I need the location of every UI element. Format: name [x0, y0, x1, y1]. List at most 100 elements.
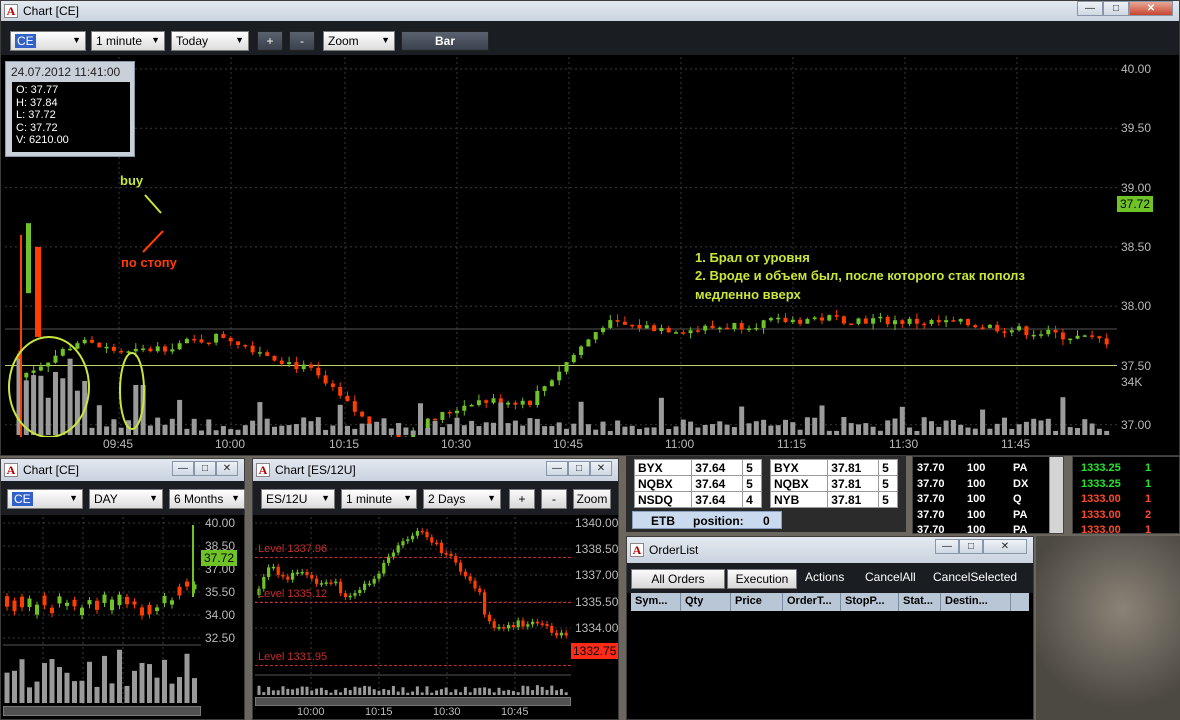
- close-icon[interactable]: ✕: [1129, 1, 1173, 16]
- volume-bar: [359, 423, 365, 435]
- volume-bar: [476, 426, 482, 435]
- candle-body: [483, 592, 487, 615]
- daily-range-select[interactable]: 6 Months ▼: [169, 489, 245, 509]
- candle-body: [20, 596, 24, 608]
- time-tick-label: 10:00: [215, 437, 246, 451]
- interval-select[interactable]: 1 minute ▼: [91, 31, 165, 51]
- minimize-icon[interactable]: —: [935, 539, 959, 554]
- daily-price-plot[interactable]: [3, 517, 201, 707]
- es-scrollbar[interactable]: [255, 697, 571, 706]
- volume-bar: [812, 417, 818, 435]
- volume-bar: [965, 427, 971, 435]
- candle-body: [329, 582, 333, 584]
- zoom-select[interactable]: Zoom ▼: [323, 31, 395, 51]
- volume-bar: [459, 692, 463, 695]
- orders-column-header[interactable]: Destin...: [941, 593, 1011, 611]
- orders-column-header[interactable]: OrderT...: [783, 593, 841, 611]
- level-label: Level 1335.12: [258, 588, 328, 600]
- candle-body: [57, 596, 62, 604]
- volume-bar: [549, 426, 555, 435]
- ohlc-tooltip: 24.07.2012 11:41:00 O: 37.77 H: 37.84 L:…: [5, 61, 135, 157]
- quote-row[interactable]: NQBX 37.64 5: [633, 475, 762, 492]
- volume-bar: [987, 428, 993, 435]
- candle-body: [102, 594, 107, 603]
- candle-body: [46, 362, 51, 367]
- es-zoom-button[interactable]: Zoom: [573, 489, 611, 509]
- es-symbol-select[interactable]: ES/12U ▼: [261, 489, 335, 509]
- maximize-icon[interactable]: □: [194, 461, 216, 476]
- close-icon[interactable]: ✕: [590, 461, 612, 476]
- zoom-in-button[interactable]: +: [257, 31, 283, 51]
- axis-tick-label: 1340.00: [575, 516, 619, 530]
- candle-body: [812, 317, 817, 320]
- maximize-icon[interactable]: □: [568, 461, 590, 476]
- volume-bar: [53, 371, 58, 435]
- close-icon[interactable]: ✕: [983, 539, 1027, 554]
- minimize-icon[interactable]: —: [172, 461, 194, 476]
- es-chart-window: A Chart [ES/12U] — □ ✕ ES/12U ▼ 1 minute ▼…: [252, 458, 619, 720]
- daily-interval-select[interactable]: DAY ▼: [89, 489, 163, 509]
- buy-arrow: [144, 194, 162, 214]
- orders-column-header[interactable]: Qty: [681, 593, 731, 611]
- tab-all-orders[interactable]: All Orders: [631, 569, 725, 589]
- es-price-plot[interactable]: Level 1337.96 Level 1335.12 Level 1331.9…: [255, 517, 571, 697]
- main-chart-titlebar[interactable]: A Chart [CE]: [1, 1, 1179, 21]
- tab-execution[interactable]: Execution: [727, 569, 797, 589]
- bar-type-button[interactable]: Bar: [401, 31, 489, 51]
- last-price-badge: 37.72: [1117, 196, 1154, 212]
- candle-body: [82, 339, 87, 344]
- level-label: Level 1331.95: [258, 651, 328, 663]
- quote-row[interactable]: BYX 37.81 5: [769, 459, 898, 476]
- quote-row[interactable]: NYB 37.81 5: [769, 491, 898, 508]
- es-interval-select[interactable]: 1 minute ▼: [341, 489, 417, 509]
- main-price-plot[interactable]: [5, 57, 1117, 437]
- quote-row[interactable]: NQBX 37.81 5: [769, 475, 898, 492]
- symbol-select[interactable]: CE ▼: [10, 31, 86, 51]
- maximize-icon[interactable]: □: [1103, 1, 1129, 16]
- range-select[interactable]: Today ▼: [171, 31, 249, 51]
- candle-body: [1024, 326, 1029, 336]
- candle-body: [271, 566, 275, 569]
- volume-bar: [366, 423, 372, 435]
- tape-row: 1333.00 1: [1081, 524, 1177, 533]
- volume-bar: [929, 421, 934, 435]
- quote-row[interactable]: BYX 37.64 5: [633, 459, 762, 476]
- cancel-selected-button[interactable]: CancelSelected: [933, 570, 1017, 584]
- volume-bar: [42, 663, 47, 703]
- tape-cell: PA: [1013, 524, 1028, 534]
- es-range-select[interactable]: 2 Days ▼: [423, 489, 501, 509]
- es-zoom-out-button[interactable]: -: [541, 489, 567, 509]
- volume-bar: [972, 428, 978, 435]
- cancel-all-button[interactable]: CancelAll: [865, 570, 916, 584]
- actions-menu[interactable]: Actions: [805, 570, 844, 584]
- volume-bar: [305, 686, 309, 695]
- candle-body: [484, 400, 489, 403]
- candle-body: [747, 328, 751, 330]
- minimize-icon[interactable]: —: [1077, 1, 1103, 16]
- volume-bar: [291, 689, 295, 695]
- highlight-ellipse: [119, 352, 145, 430]
- orders-column-header[interactable]: StopP...: [841, 593, 899, 611]
- volume-bar: [49, 659, 55, 703]
- volume-bar: [483, 422, 489, 435]
- candle-body: [1039, 334, 1043, 336]
- quote-row[interactable]: NSDQ 37.64 4: [633, 491, 762, 508]
- tape-scrollbar[interactable]: [1049, 457, 1063, 533]
- zoom-out-button[interactable]: -: [289, 31, 315, 51]
- volume-bar: [372, 689, 376, 695]
- candle-body: [221, 333, 226, 338]
- daily-scrollbar[interactable]: [3, 706, 201, 716]
- tape-row: 37.70 100 DX: [917, 478, 1053, 494]
- daily-symbol-select[interactable]: CE ▼: [7, 489, 83, 509]
- maximize-icon[interactable]: □: [959, 539, 983, 554]
- candle-body: [593, 332, 598, 340]
- orders-column-header[interactable]: Price: [731, 593, 783, 611]
- es-zoom-in-button[interactable]: +: [509, 489, 535, 509]
- minimize-icon[interactable]: —: [546, 461, 568, 476]
- volume-bar: [192, 678, 197, 703]
- close-icon[interactable]: ✕: [216, 461, 238, 476]
- candle-body: [468, 576, 472, 581]
- orders-column-header[interactable]: Stat...: [899, 593, 941, 611]
- candle-body: [526, 624, 530, 627]
- orders-column-header[interactable]: Sym...: [631, 593, 681, 611]
